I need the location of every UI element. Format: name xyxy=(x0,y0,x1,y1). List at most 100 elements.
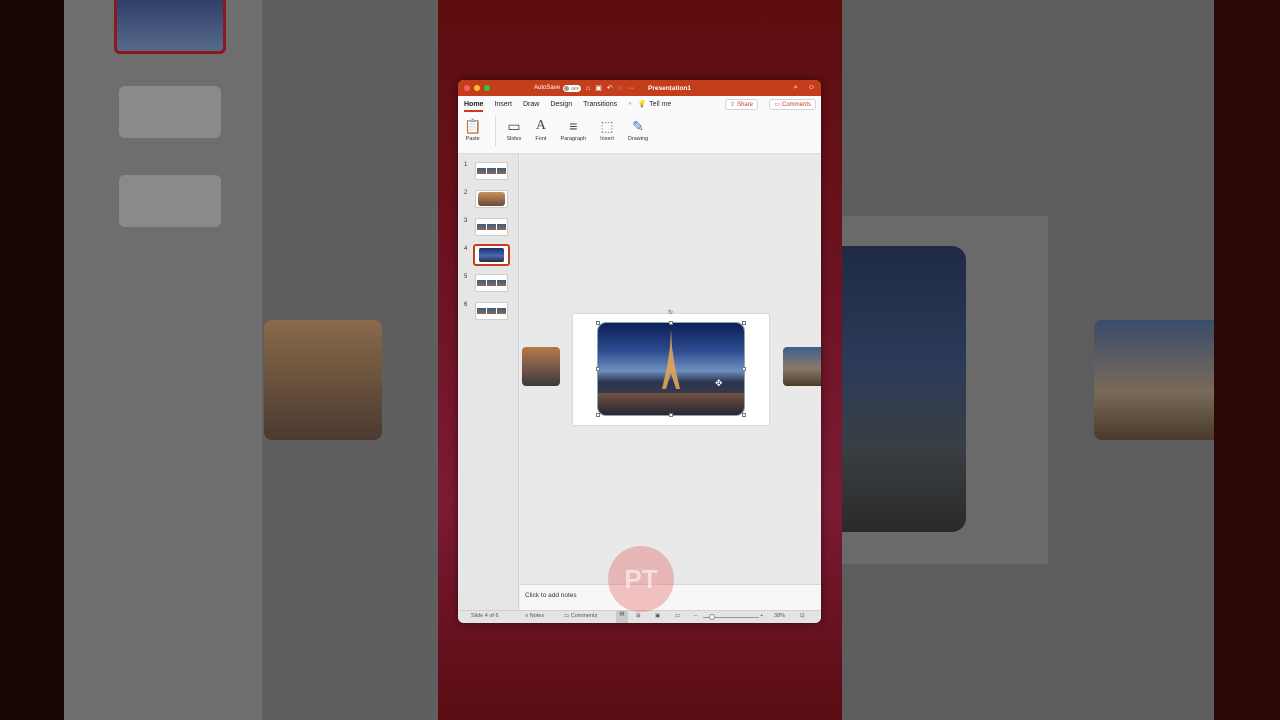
search-icon[interactable]: ⌕ xyxy=(794,84,798,92)
background-thumb-5 xyxy=(119,86,221,138)
background-thumbnail-pane: 4 5 6 xyxy=(64,0,262,720)
slide-thumbnail[interactable]: 2 xyxy=(458,190,519,212)
insert-group[interactable]: ⬚ Insert xyxy=(600,116,614,143)
slide-sorter-icon[interactable]: ⊞ xyxy=(636,613,641,619)
move-cursor-icon: ✥ xyxy=(715,378,723,388)
paste-group[interactable]: 📋 Paste xyxy=(464,116,481,143)
more-tabs-chevron-icon[interactable]: » xyxy=(628,101,631,107)
background-canvas-right xyxy=(842,0,1214,720)
resize-handle[interactable] xyxy=(596,321,600,325)
slide-thumbnail[interactable]: 3 xyxy=(458,218,519,240)
zoom-slider-thumb[interactable] xyxy=(709,614,715,620)
resize-handle[interactable] xyxy=(742,321,746,325)
offslide-photo-right[interactable] xyxy=(783,347,821,386)
document-title: Presentation1 xyxy=(648,84,691,92)
autosave-toggle[interactable]: OFF xyxy=(563,84,582,92)
minimize-window-button[interactable] xyxy=(474,85,480,91)
resize-handle[interactable] xyxy=(669,413,673,417)
zoom-window-button[interactable] xyxy=(484,85,490,91)
comments-toggle[interactable]: ▭ Comments xyxy=(564,613,597,619)
autosave-label: AutoSave xyxy=(534,85,561,91)
notes-label: Notes xyxy=(529,613,545,619)
home-icon[interactable]: ⌂ xyxy=(586,85,590,92)
drawing-group[interactable]: ✎ Drawing xyxy=(627,116,649,143)
resize-handle[interactable] xyxy=(742,413,746,417)
tell-me-search[interactable]: 💡 Tell me xyxy=(637,100,671,109)
slide-thumbnail[interactable]: 1 xyxy=(458,162,519,184)
paragraph-group[interactable]: ≡ Paragraph xyxy=(560,116,586,142)
zoom-level[interactable]: 38% xyxy=(774,613,785,619)
lightbulb-icon: 💡 xyxy=(637,101,647,108)
slide-number: 6 xyxy=(464,302,468,308)
background-canvas-left xyxy=(262,0,438,720)
insert-label: Insert xyxy=(600,136,614,142)
slides-label: Slides xyxy=(506,136,522,142)
comment-icon: ▭ xyxy=(564,613,570,619)
slide-thumbnail[interactable]: 6 xyxy=(458,302,519,324)
drawing-label: Drawing xyxy=(627,136,649,142)
resize-handle[interactable] xyxy=(742,367,746,371)
ribbon-divider xyxy=(495,116,497,146)
slide-thumbnail[interactable]: 5 xyxy=(458,274,519,296)
slide-counter: Slide 4 of 6 xyxy=(471,613,499,619)
share-button[interactable]: ⇪ Share xyxy=(724,99,758,110)
normal-view-icon[interactable]: ▤ xyxy=(616,611,628,623)
autosave-state: OFF xyxy=(571,85,580,91)
offslide-photo-left[interactable] xyxy=(522,347,560,386)
tab-insert[interactable]: Insert xyxy=(494,101,512,108)
slide-preview xyxy=(475,218,508,236)
more-icon[interactable]: ··· xyxy=(627,85,634,92)
undo-icon[interactable]: ↶ xyxy=(607,84,613,92)
close-window-button[interactable] xyxy=(464,85,470,91)
redo-icon[interactable]: ◌ xyxy=(618,85,622,92)
eiffel-tower-graphic xyxy=(662,329,680,389)
ribbon-toolbar: 📋 Paste ▭ Slides A Font ≡ Paragraph ⬚ In… xyxy=(458,112,821,154)
share-icon: ⇪ xyxy=(729,102,735,108)
background-photo-main xyxy=(842,246,966,532)
font-label: Font xyxy=(535,136,547,142)
slide-number: 4 xyxy=(464,246,468,252)
zoom-in-button[interactable]: + xyxy=(760,613,763,619)
tab-transitions[interactable]: Transitions xyxy=(583,101,617,108)
font-group[interactable]: A Font xyxy=(535,116,546,142)
slides-group[interactable]: ▭ Slides xyxy=(506,116,522,143)
paragraph-align-icon: ≡ xyxy=(569,118,578,134)
reading-view-icon[interactable]: ▣ xyxy=(655,613,660,619)
slide-preview xyxy=(475,302,508,320)
slide-number: 3 xyxy=(464,218,468,224)
drawing-icon: ✎ xyxy=(632,117,644,134)
tab-draw[interactable]: Draw xyxy=(523,101,539,108)
notes-placeholder: Click to add notes xyxy=(525,592,577,599)
comments-button[interactable]: ▭ Comments xyxy=(769,99,816,110)
comments-label: Comments xyxy=(781,101,811,108)
slide-preview xyxy=(475,162,508,180)
notes-toggle[interactable]: ≡ Notes xyxy=(525,613,544,619)
account-icon[interactable]: ☺ xyxy=(808,84,815,92)
tab-design[interactable]: Design xyxy=(550,101,572,108)
slide-preview xyxy=(475,274,508,292)
save-icon[interactable]: ▣ xyxy=(595,84,602,92)
slideshow-icon[interactable]: ▭ xyxy=(675,613,680,619)
resize-handle[interactable] xyxy=(596,413,600,417)
share-label: Share xyxy=(736,101,753,108)
slide-number: 5 xyxy=(464,274,468,280)
slide-number: 1 xyxy=(464,162,468,168)
zoom-out-button[interactable]: − xyxy=(694,613,697,619)
slide-thumbnail-selected[interactable]: 4 xyxy=(458,244,519,268)
powerpoint-window: AutoSave OFF ⌂ ▣ ↶ ◌ ··· Presentation1 ⌕… xyxy=(458,80,821,623)
eiffel-tower-photo[interactable] xyxy=(597,322,745,416)
resize-handle[interactable] xyxy=(669,321,673,325)
rotate-handle-icon[interactable]: ↻ xyxy=(668,309,673,316)
pt-logo-watermark: PT xyxy=(608,546,674,612)
slide-layout-icon: ▭ xyxy=(507,117,521,134)
insert-shape-icon: ⬚ xyxy=(600,117,614,134)
tab-home[interactable]: Home xyxy=(464,101,484,112)
status-comments-label: Comments xyxy=(570,613,598,619)
background-right-strip xyxy=(1214,0,1280,720)
current-slide[interactable]: ↻ ✥ xyxy=(573,310,769,425)
background-thumb-6 xyxy=(119,175,221,227)
fit-to-window-icon[interactable]: ⊡ xyxy=(800,613,805,619)
background-thumb-4 xyxy=(114,0,226,54)
resize-handle[interactable] xyxy=(596,367,600,371)
background-photo-left xyxy=(264,320,382,440)
